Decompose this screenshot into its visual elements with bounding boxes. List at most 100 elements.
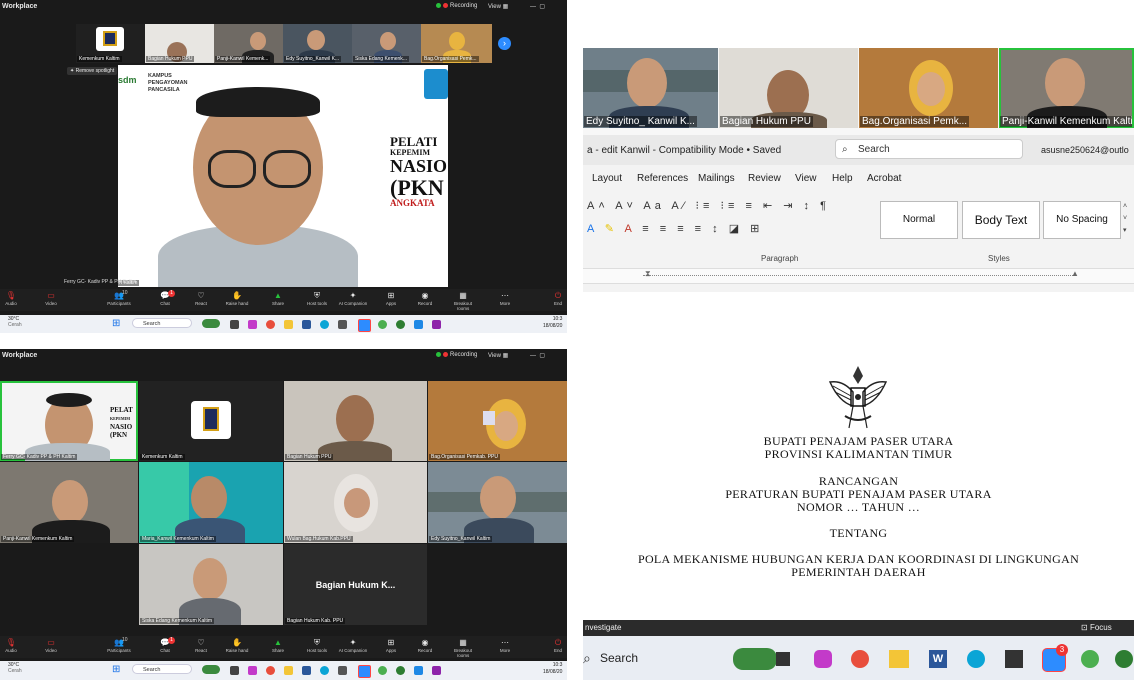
chrome-icon[interactable] (266, 320, 275, 329)
windows-start-icon[interactable]: ⊞ (112, 664, 120, 675)
window-controls[interactable]: — ▢ (530, 352, 545, 359)
more-button[interactable]: ⋯ More (490, 291, 520, 306)
indent-marker-icon[interactable]: ⧗ (645, 269, 651, 279)
tab-view[interactable]: View (795, 173, 817, 184)
apps-button[interactable]: ⊞ Apps (376, 638, 406, 653)
share-button[interactable]: ▲ Share (263, 638, 293, 653)
search-icon[interactable]: ⌕ (583, 650, 591, 667)
paragraph-buttons[interactable]: A ✎ A ≡ ≡ ≡ ≡ ↕ ◪ ⊞ (587, 222, 867, 235)
record-button[interactable]: ◉ Record (410, 291, 440, 306)
remove-spotlight-button[interactable]: ✦ Remove spotlight (67, 67, 118, 75)
app-icon[interactable] (414, 666, 423, 675)
breakout-rooms-button[interactable]: ▦ Breakout rooms (448, 291, 478, 311)
copilot-icon[interactable] (248, 666, 257, 675)
status-investigate[interactable]: nvestigate (585, 623, 621, 632)
host-tools-button[interactable]: ⛨ Host tools (302, 291, 332, 306)
gallery-tile[interactable]: Panji-Kanwil Kemenkum Kaltim (0, 462, 138, 543)
end-button[interactable]: ⏻ End (543, 291, 567, 306)
more-button[interactable]: ⋯ More (490, 638, 520, 653)
chevron-right-icon[interactable]: › (498, 37, 511, 50)
copilot-icon[interactable] (814, 650, 832, 668)
video-button[interactable]: ▭ Video (36, 638, 66, 653)
tab-layout[interactable]: Layout (592, 173, 622, 184)
chrome-alt-icon[interactable] (1081, 650, 1099, 668)
taskbar-search[interactable]: Search (132, 318, 192, 328)
tab-review[interactable]: Review (748, 173, 781, 184)
edge-icon[interactable] (320, 666, 329, 675)
audio-button[interactable]: 🎙 Audio (0, 291, 26, 306)
windows-start-icon[interactable]: ⊞ (112, 318, 120, 329)
strip-tile[interactable]: Kemenkum Kaltim (76, 24, 145, 63)
taskview-icon[interactable] (230, 320, 239, 329)
account-email[interactable]: asusne250624@outlo (1041, 145, 1129, 155)
strip-tile[interactable]: Edy Suyitno_ Kanwil K... (583, 48, 718, 128)
view-button[interactable]: View ▦ (488, 3, 508, 10)
tab-mailings[interactable]: Mailings (698, 173, 735, 184)
react-button[interactable]: ♡ React (186, 291, 216, 306)
clock[interactable]: 10:3 18/08/20 (543, 662, 562, 676)
end-button[interactable]: ⏻ End (543, 638, 567, 653)
edge-icon[interactable] (320, 320, 329, 329)
taskbar-search[interactable]: Search (600, 651, 638, 665)
weather-widget[interactable]: 30°C Cerah (8, 662, 22, 674)
ai-companion-button[interactable]: ✦ AI Companion (338, 291, 368, 306)
search-box[interactable]: ⌕ Search (835, 139, 1023, 159)
strip-tile[interactable]: Bagian Hukum PPU (145, 24, 214, 63)
folder-icon[interactable] (284, 666, 293, 675)
zoom-icon[interactable] (358, 665, 371, 678)
folder-icon[interactable] (284, 320, 293, 329)
app-icon[interactable] (432, 320, 441, 329)
tab-acrobat[interactable]: Acrobat (867, 173, 901, 184)
chrome-icon[interactable] (851, 650, 869, 668)
clock[interactable]: 10:3 18/08/20 (543, 316, 562, 330)
view-button[interactable]: View ▦ (488, 352, 508, 359)
tab-references[interactable]: References (637, 173, 688, 184)
app-icon[interactable] (432, 666, 441, 675)
copilot-icon[interactable] (248, 320, 257, 329)
raise-hand-button[interactable]: ✋ Raise hand (222, 291, 252, 306)
chrome-alt-icon[interactable] (378, 666, 387, 675)
zoom-icon[interactable] (358, 319, 371, 332)
recording-indicator[interactable]: Recording (436, 3, 477, 9)
weather-widget[interactable]: 30°C Cerah (8, 316, 22, 328)
breakout-rooms-button[interactable]: ▦ Breakout rooms (448, 638, 478, 658)
speaker-video[interactable]: sdm KAMPUS PENGAYOMAN PANCASILA PELATI K… (118, 65, 448, 287)
indent-marker-icon[interactable]: ▲ (1071, 269, 1079, 278)
focus-button[interactable]: ⊡ Focus (1081, 623, 1112, 632)
styles-scroll-icon[interactable]: ˄ ˅ ▾ (1123, 201, 1131, 237)
style-normal[interactable]: Normal (880, 201, 958, 239)
apps-button[interactable]: ⊞ Apps (376, 291, 406, 306)
gallery-tile[interactable]: Bagian Hukum PPU (284, 381, 427, 461)
style-no-spacing[interactable]: No Spacing (1043, 201, 1121, 239)
strip-tile[interactable]: Bag.Organisasi Pemk... (421, 24, 492, 63)
audio-button[interactable]: 🎙 Audio (0, 638, 26, 653)
terminal-icon[interactable] (338, 320, 347, 329)
strip-tile[interactable]: Panji-Kanwil Kemenkum Kalti (999, 48, 1134, 128)
gallery-tile[interactable]: PELAT KEPEMIM NASIO (PKN Ferry GC- Kadiv PP… (0, 381, 138, 461)
terminal-icon[interactable] (1005, 650, 1023, 668)
video-button[interactable]: ▭ Video (36, 291, 66, 306)
ai-companion-button[interactable]: ✦ AI Companion (338, 638, 368, 653)
gallery-tile[interactable]: Edy Suyitno_Kanwil Kaltim (428, 462, 567, 543)
app-icon[interactable] (414, 320, 423, 329)
style-body-text[interactable]: Body Text (962, 201, 1040, 239)
taskbar-search[interactable]: Search (132, 664, 192, 674)
app-icon[interactable] (396, 666, 405, 675)
font-size-buttons[interactable]: A˄ A˅ Aa A⁄ ⁝≡ ⁝≡ ≡ ⇤ ⇥ ↕ ¶ (587, 199, 867, 212)
chrome-icon[interactable] (266, 666, 275, 675)
gallery-tile[interactable]: Kemenkum Kaltim (139, 381, 283, 461)
chat-button[interactable]: 💬 Chat (150, 638, 180, 653)
app-icon[interactable] (1115, 650, 1133, 668)
gallery-tile[interactable]: Bagian Hukum K... Bagian Hukum Kab. PPU (284, 544, 427, 625)
chrome-alt-icon[interactable] (378, 320, 387, 329)
participants-button[interactable]: 👥 Participants (104, 638, 134, 653)
recording-indicator[interactable]: Recording (436, 352, 477, 358)
record-button[interactable]: ◉ Record (410, 638, 440, 653)
gallery-tile[interactable]: Maria_Kanwil Kemenkum Kaltim (139, 462, 283, 543)
app-icon[interactable] (396, 320, 405, 329)
window-controls[interactable]: — ▢ (530, 3, 545, 10)
gallery-tile[interactable]: Siska Edang Kemenkum Kaltim (139, 544, 283, 625)
strip-tile[interactable]: Siska Edang Kemenk... (352, 24, 421, 63)
host-tools-button[interactable]: ⛨ Host tools (302, 638, 332, 653)
strip-tile[interactable]: Bag.Organisasi Pemk... (859, 48, 998, 128)
